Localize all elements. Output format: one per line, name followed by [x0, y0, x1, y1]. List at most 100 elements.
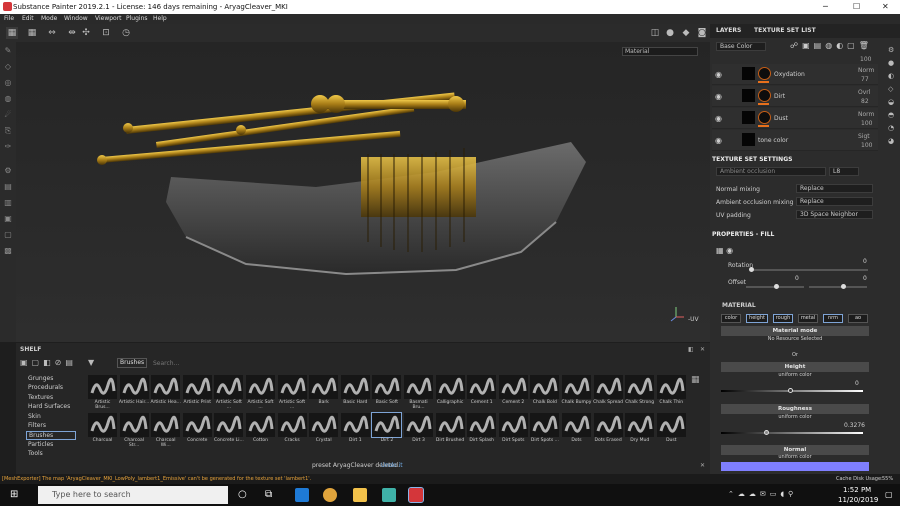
grid-view-icon[interactable]: ▦ [6, 27, 18, 39]
channel-height-toggle[interactable]: height [746, 314, 768, 323]
brush-thumbnail[interactable] [656, 375, 686, 399]
channel-nrm-toggle[interactable]: nrm [823, 314, 843, 323]
brush-thumbnail[interactable] [530, 413, 560, 437]
brush-thumbnail[interactable] [214, 413, 244, 437]
roughness-knob[interactable] [764, 430, 769, 435]
visibility-eye-icon[interactable]: ◉ [715, 136, 722, 145]
camera-icon[interactable]: ◙ [696, 27, 708, 39]
brush-thumbnail[interactable] [593, 413, 623, 437]
shelf-category[interactable]: Grunges [28, 375, 53, 382]
brush-thumbnail[interactable] [467, 413, 497, 437]
shelf-grid-icon[interactable]: ▦ [691, 375, 700, 385]
bucket-icon[interactable]: ▥ [3, 198, 13, 208]
channel-ao-toggle[interactable]: ao [848, 314, 868, 323]
brush-thumbnail[interactable] [656, 413, 686, 437]
shelf-category[interactable]: Filters [28, 422, 46, 429]
layer-blend[interactable]: Sigt [858, 133, 870, 140]
layer-blend[interactable]: Ovrl [858, 89, 870, 96]
brush-thumbnail[interactable] [467, 375, 497, 399]
brush-thumbnail[interactable] [435, 413, 465, 437]
menu-mode[interactable]: Mode [41, 15, 57, 22]
uv-padding-dropdown[interactable]: 3D Space Neighbor [796, 210, 873, 219]
menu-edit[interactable]: Edit [22, 15, 34, 22]
notification-close-icon[interactable]: ✕ [700, 462, 705, 469]
brush-thumbnail[interactable] [435, 375, 465, 399]
menu-file[interactable]: File [4, 15, 14, 22]
shelf-category[interactable]: Hard Surfaces [28, 403, 70, 410]
tab-texture-set-list[interactable]: TEXTURE SET LIST [754, 27, 816, 34]
task-view-icon[interactable]: ⧉ [265, 489, 272, 500]
shelf-search-input[interactable]: Search... [153, 360, 179, 367]
brush-thumbnail[interactable] [498, 413, 528, 437]
notifications-icon[interactable]: ▢ [885, 490, 893, 499]
3d-viewport[interactable]: -UV [16, 42, 710, 342]
roughness-button[interactable]: Roughness [721, 404, 869, 414]
shelf-category[interactable]: Tools [28, 450, 43, 457]
shelf-close-icon[interactable]: ✕ [700, 346, 705, 353]
layer-opacity[interactable]: 100 [861, 120, 872, 127]
brush-thumbnail[interactable] [309, 375, 339, 399]
ao-mixing-dropdown[interactable]: Replace [796, 197, 873, 206]
layer-blend[interactable]: Norm [858, 111, 874, 118]
symmetry-icon[interactable]: ⇔ [46, 27, 58, 39]
shelf-category[interactable]: Particles [28, 441, 53, 448]
brush-thumbnail[interactable] [246, 413, 275, 437]
menu-viewport[interactable]: Viewport [95, 15, 122, 22]
taskbar-search-input[interactable]: Type here to search [38, 486, 228, 504]
paint-brush-icon[interactable]: ✎ [3, 46, 13, 56]
maximize-icon[interactable]: ☐ [853, 2, 860, 11]
brush-thumbnail[interactable] [151, 375, 181, 399]
undo-link[interactable]: Undo it [381, 462, 403, 469]
ambient-occlusion-field[interactable]: Ambient occlusion [716, 167, 826, 176]
brush-thumbnail[interactable] [498, 375, 528, 399]
height-knob[interactable] [788, 388, 793, 393]
projection-icon[interactable]: ◎ [3, 78, 13, 88]
file-explorer-icon[interactable] [353, 488, 367, 502]
brush-thumbnail[interactable] [277, 375, 307, 399]
cortana-icon[interactable]: ○ [238, 489, 247, 500]
filter-icon[interactable]: ▼ [88, 358, 94, 367]
ao-format-dropdown[interactable]: L8 [829, 167, 859, 176]
brush-thumbnail[interactable] [182, 413, 212, 437]
iray-icon[interactable]: ◆ [680, 27, 692, 39]
tab-layers[interactable]: LAYERS [716, 27, 741, 34]
viewport-mode-dropdown[interactable]: Material [622, 47, 698, 56]
brushes-filter-chip[interactable]: Brushes [117, 358, 147, 368]
channel-rough-toggle[interactable]: rough [773, 314, 793, 323]
viewport-mode-icon[interactable]: ◫ [649, 27, 661, 39]
system-tray-icons[interactable]: ⌃☁☁✉▭◖⚲ [728, 490, 797, 498]
layer-tools-icons[interactable]: ☍▣▤◍◐▢🗑 [790, 41, 882, 52]
shelf-category-selected[interactable]: Brushes [26, 431, 76, 440]
material-ball-icon[interactable]: ● [664, 27, 676, 39]
brush-thumbnail[interactable] [214, 375, 244, 399]
rotation-slider[interactable] [751, 269, 868, 271]
brush-thumbnail[interactable] [340, 375, 370, 399]
clone-icon[interactable]: ⎘ [3, 126, 13, 136]
shelf-category[interactable]: Textures [28, 394, 53, 401]
brush-thumbnail[interactable] [562, 375, 591, 399]
color-picker-icon[interactable]: ✑ [3, 142, 13, 152]
offset-y-slider[interactable] [809, 286, 867, 288]
fill-projection-icon[interactable]: ▦ ◉ [716, 246, 733, 255]
brush-thumbnail[interactable] [371, 412, 403, 438]
normal-mixing-dropdown[interactable]: Replace [796, 184, 873, 193]
rotation-knob[interactable] [749, 267, 754, 272]
history-icon[interactable]: ◷ [120, 27, 132, 39]
material-mode-button[interactable]: Material mode [721, 326, 869, 336]
roughness-slider[interactable] [721, 432, 863, 434]
brush-thumbnail[interactable] [119, 375, 149, 399]
layer-side-icons[interactable]: ⚙ ● ◐ ◇ ◒ ◓ ◔ ◕ [888, 44, 896, 154]
align-icon[interactable]: ⇹ [66, 27, 78, 39]
brush-thumbnail[interactable] [309, 413, 339, 437]
visibility-eye-icon[interactable]: ◉ [715, 114, 722, 123]
brush-thumbnail[interactable] [625, 413, 655, 437]
chrome-icon[interactable] [323, 488, 337, 502]
display-settings-icon[interactable]: ▣ [3, 214, 13, 224]
shelf-category[interactable]: Skin [28, 413, 41, 420]
brush-thumbnail[interactable] [119, 413, 149, 437]
substance-painter-task-icon[interactable] [408, 487, 424, 503]
layer-opacity[interactable]: 100 [861, 142, 872, 149]
layer-opacity[interactable]: 82 [861, 98, 869, 105]
brush-thumbnail[interactable] [404, 413, 433, 437]
settings-icon[interactable]: ⚙ [3, 166, 13, 176]
